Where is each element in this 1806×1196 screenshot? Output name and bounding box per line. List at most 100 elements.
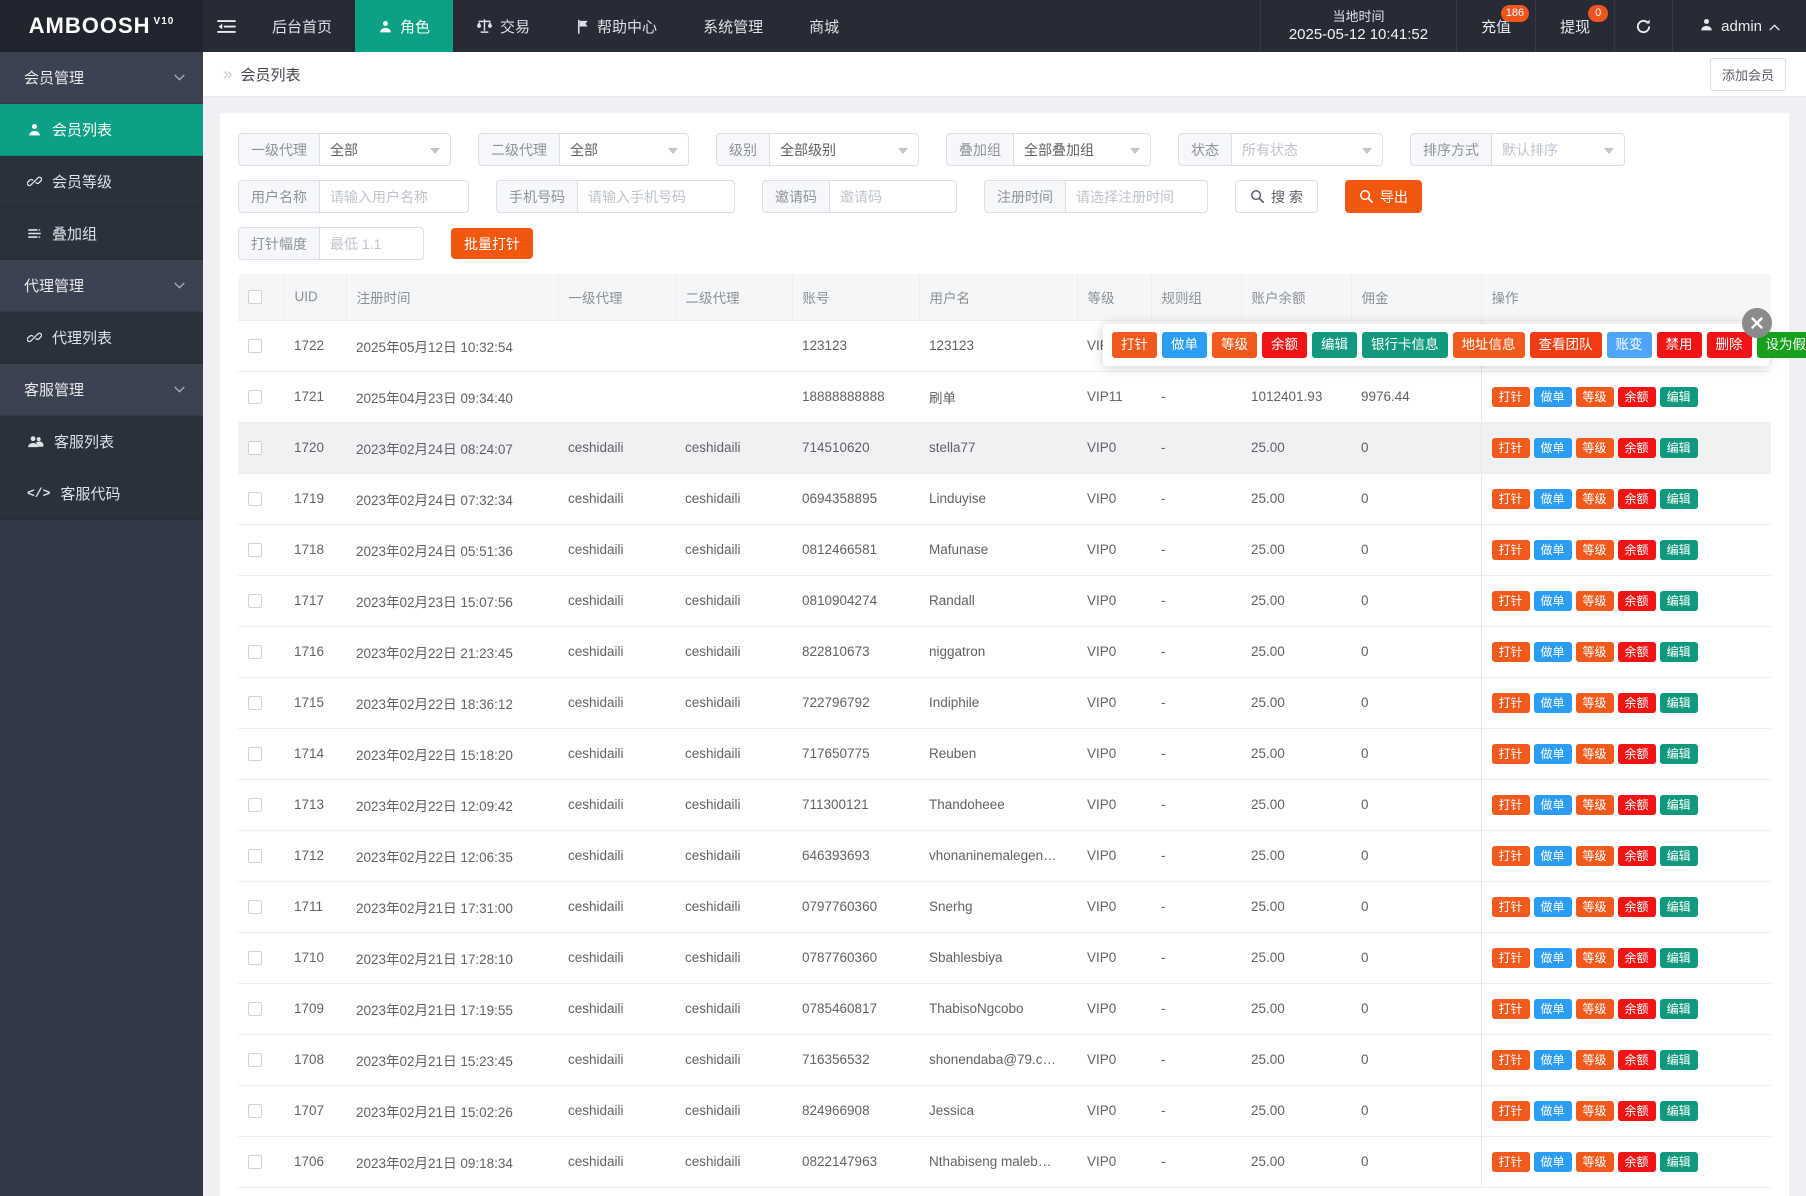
nav-item-4[interactable]: 帮助中心 [553, 0, 680, 52]
row-checkbox[interactable] [248, 1104, 262, 1119]
row-action-打针[interactable]: 打针 [1491, 998, 1530, 1019]
row-action-等级[interactable]: 等级 [1575, 437, 1614, 458]
filter-input-3[interactable]: 请选择注册时间 [1065, 180, 1208, 213]
filter-input-0[interactable]: 请输入用户名称 [319, 180, 469, 213]
row-action-做单[interactable]: 做单 [1533, 794, 1572, 815]
row-checkbox[interactable] [248, 849, 262, 864]
popup-action-查看团队[interactable]: 查看团队 [1529, 332, 1602, 358]
row-action-等级[interactable]: 等级 [1575, 386, 1614, 407]
row-checkbox[interactable] [248, 951, 262, 966]
row-action-做单[interactable]: 做单 [1533, 1049, 1572, 1070]
row-action-余额[interactable]: 余额 [1617, 590, 1656, 611]
row-action-做单[interactable]: 做单 [1533, 590, 1572, 611]
row-checkbox[interactable] [248, 696, 262, 711]
row-checkbox[interactable] [248, 390, 262, 405]
row-action-做单[interactable]: 做单 [1533, 488, 1572, 509]
popup-action-银行卡信息[interactable]: 银行卡信息 [1362, 332, 1448, 358]
row-action-编辑[interactable]: 编辑 [1659, 488, 1698, 509]
sidebar-item-2-1[interactable]: </> 客服代码 [0, 468, 203, 520]
row-checkbox[interactable] [248, 492, 262, 507]
user-menu[interactable]: admin [1672, 0, 1806, 52]
filter-input-1[interactable]: 请输入手机号码 [577, 180, 735, 213]
row-action-做单[interactable]: 做单 [1533, 947, 1572, 968]
row-action-等级[interactable]: 等级 [1575, 488, 1614, 509]
row-action-等级[interactable]: 等级 [1575, 539, 1614, 560]
row-action-做单[interactable]: 做单 [1533, 845, 1572, 866]
recharge-button[interactable]: 充值 186 [1456, 0, 1535, 52]
row-checkbox[interactable] [248, 1002, 262, 1017]
row-action-做单[interactable]: 做单 [1533, 743, 1572, 764]
row-action-余额[interactable]: 余额 [1617, 488, 1656, 509]
row-action-余额[interactable]: 余额 [1617, 692, 1656, 713]
row-action-编辑[interactable]: 编辑 [1659, 437, 1698, 458]
popup-action-打针[interactable]: 打针 [1112, 332, 1157, 358]
row-action-等级[interactable]: 等级 [1575, 794, 1614, 815]
inject-range-input[interactable]: 最低 1.1 [319, 227, 424, 260]
sidebar-group-1[interactable]: 会员管理 [0, 52, 203, 104]
row-action-做单[interactable]: 做单 [1533, 998, 1572, 1019]
nav-item-5[interactable]: 系统管理 [680, 0, 786, 52]
select-all-checkbox[interactable] [248, 290, 262, 305]
row-checkbox[interactable] [248, 441, 262, 456]
row-action-打针[interactable]: 打针 [1491, 590, 1530, 611]
row-action-打针[interactable]: 打针 [1491, 488, 1530, 509]
sidebar-item-0-2[interactable]: 叠加组 [0, 208, 203, 260]
row-action-编辑[interactable]: 编辑 [1659, 743, 1698, 764]
row-checkbox[interactable] [248, 1155, 262, 1170]
filter-input-2[interactable]: 邀请码 [829, 180, 957, 213]
row-action-余额[interactable]: 余额 [1617, 896, 1656, 917]
row-action-编辑[interactable]: 编辑 [1659, 386, 1698, 407]
sidebar-item-0-1[interactable]: 会员等级 [0, 156, 203, 208]
row-checkbox[interactable] [248, 339, 262, 354]
popup-action-禁用[interactable]: 禁用 [1656, 332, 1702, 358]
popup-action-余额[interactable]: 余额 [1262, 332, 1307, 358]
row-action-做单[interactable]: 做单 [1533, 539, 1572, 560]
row-action-打针[interactable]: 打针 [1491, 845, 1530, 866]
row-action-等级[interactable]: 等级 [1575, 845, 1614, 866]
row-action-打针[interactable]: 打针 [1491, 1049, 1530, 1070]
row-action-等级[interactable]: 等级 [1575, 947, 1614, 968]
row-action-打针[interactable]: 打针 [1491, 1151, 1530, 1172]
refresh-button[interactable] [1614, 0, 1672, 52]
row-action-余额[interactable]: 余额 [1617, 1049, 1656, 1070]
nav-item-3[interactable]: 交易 [453, 0, 553, 52]
row-action-等级[interactable]: 等级 [1575, 692, 1614, 713]
row-action-打针[interactable]: 打针 [1491, 641, 1530, 662]
row-action-余额[interactable]: 余额 [1617, 539, 1656, 560]
row-checkbox[interactable] [248, 1053, 262, 1068]
row-action-做单[interactable]: 做单 [1533, 1100, 1572, 1121]
row-action-打针[interactable]: 打针 [1491, 692, 1530, 713]
filter-select-0[interactable]: 全部 [319, 133, 451, 166]
row-action-编辑[interactable]: 编辑 [1659, 692, 1698, 713]
row-checkbox[interactable] [248, 900, 262, 915]
row-checkbox[interactable] [248, 594, 262, 609]
row-action-打针[interactable]: 打针 [1491, 539, 1530, 560]
search-button[interactable]: 搜 索 [1235, 180, 1318, 213]
row-checkbox[interactable] [248, 645, 262, 660]
sidebar-group-3[interactable]: 客服管理 [0, 364, 203, 416]
row-action-做单[interactable]: 做单 [1533, 896, 1572, 917]
sidebar-item-0-0[interactable]: 会员列表 [0, 104, 203, 156]
row-action-等级[interactable]: 等级 [1575, 1151, 1614, 1172]
row-action-做单[interactable]: 做单 [1533, 386, 1572, 407]
row-action-等级[interactable]: 等级 [1575, 641, 1614, 662]
row-action-打针[interactable]: 打针 [1491, 794, 1530, 815]
row-checkbox[interactable] [248, 798, 262, 813]
row-action-余额[interactable]: 余额 [1617, 1151, 1656, 1172]
row-action-编辑[interactable]: 编辑 [1659, 998, 1698, 1019]
row-action-打针[interactable]: 打针 [1491, 896, 1530, 917]
row-action-等级[interactable]: 等级 [1575, 896, 1614, 917]
row-action-做单[interactable]: 做单 [1533, 641, 1572, 662]
add-member-button[interactable]: 添加会员 [1709, 57, 1786, 91]
nav-item-2[interactable]: 角色 [355, 0, 454, 52]
row-action-余额[interactable]: 余额 [1617, 947, 1656, 968]
row-action-做单[interactable]: 做单 [1533, 437, 1572, 458]
row-checkbox[interactable] [248, 543, 262, 558]
row-action-编辑[interactable]: 编辑 [1659, 1100, 1698, 1121]
batch-inject-button[interactable]: 批量打针 [451, 228, 533, 259]
row-action-编辑[interactable]: 编辑 [1659, 845, 1698, 866]
row-action-打针[interactable]: 打针 [1491, 437, 1530, 458]
row-checkbox[interactable] [248, 747, 262, 762]
export-button[interactable]: 导出 [1344, 180, 1422, 213]
sidebar-item-2-0[interactable]: 客服列表 [0, 416, 203, 468]
